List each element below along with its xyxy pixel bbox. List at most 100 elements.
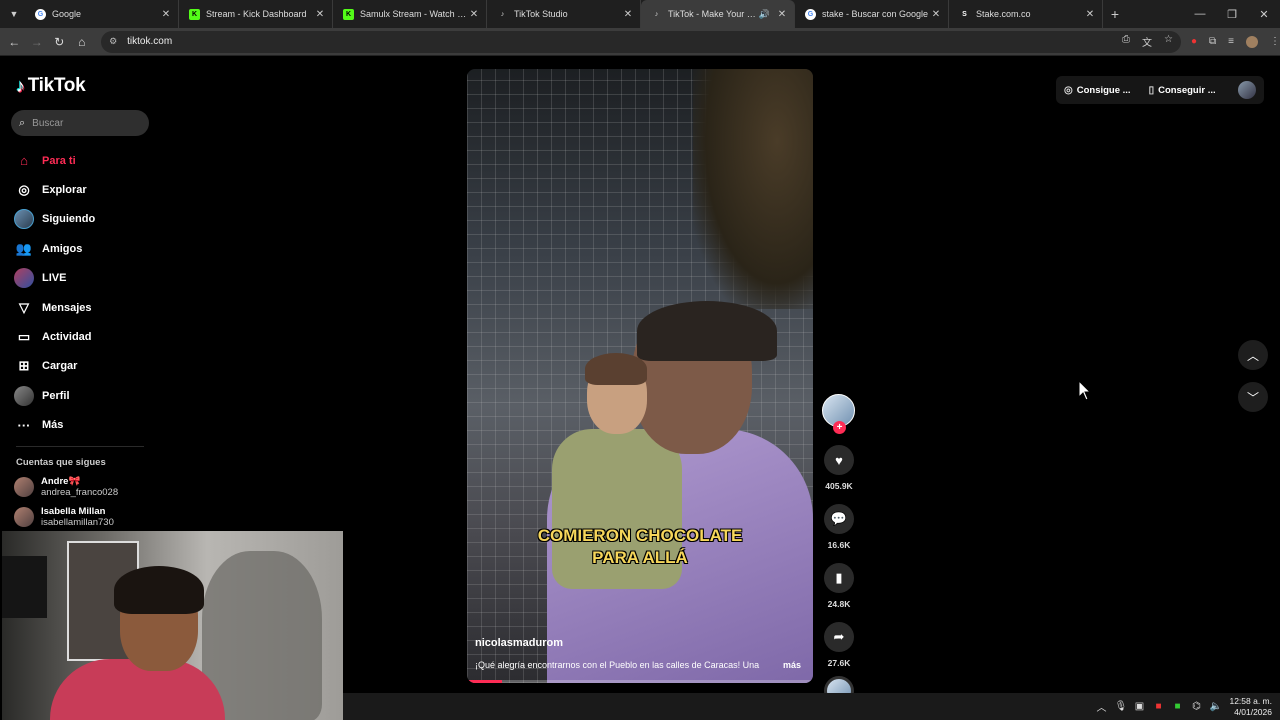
video-author[interactable]: nicolasmadurom <box>475 637 563 649</box>
network-icon[interactable]: ⌬ <box>1190 701 1202 712</box>
browser-tab-active[interactable]: ♪ TikTok - Make Your Day 🔊 ✕ <box>641 0 795 28</box>
next-video-button[interactable]: ﹀ <box>1238 382 1268 412</box>
close-window-icon[interactable]: ✕ <box>1248 8 1280 21</box>
site-info-icon[interactable]: ⚙ <box>109 36 117 47</box>
speaker-icon[interactable]: 🔊 <box>759 9 770 20</box>
bookmark-icon[interactable]: ▮ <box>824 563 854 593</box>
browser-tab[interactable]: ♪ TikTok Studio ✕ <box>487 0 641 28</box>
friends-icon: 👥 <box>15 240 33 256</box>
back-icon[interactable]: ← <box>3 35 26 49</box>
share-count: 27.6K <box>827 658 851 668</box>
share-icon[interactable]: ➦ <box>824 622 854 652</box>
get-app-button[interactable]: ▯ Conseguir ... <box>1149 85 1216 96</box>
minimize-icon[interactable]: — <box>1184 8 1216 21</box>
extensions-icon[interactable]: ⧉ <box>1209 36 1216 47</box>
browser-tab[interactable]: K Samulx Stream - Watch Live on ✕ <box>333 0 487 28</box>
more-button[interactable]: más <box>783 660 801 670</box>
send-icon: ▽ <box>19 299 29 315</box>
browser-tab-strip: ▼ G Google ✕ K Stream - Kick Dashboard ✕… <box>0 0 1280 28</box>
coin-icon: ◎ <box>1064 84 1073 96</box>
tab-title: Stake.com.co <box>976 9 1031 19</box>
profile-avatar-icon[interactable] <box>1246 35 1258 48</box>
sidebar-item-explorar[interactable]: ◎ Explorar <box>14 175 154 204</box>
system-clock[interactable]: 12:58 a. m. 4/01/2026 <box>1229 696 1272 718</box>
save-count: 24.8K <box>827 599 851 609</box>
user-avatar[interactable] <box>1238 81 1256 99</box>
bookmark-star-icon[interactable]: ☆ <box>1164 34 1173 49</box>
share-action: ➦ 27.6K <box>822 622 856 668</box>
close-tab-icon[interactable]: ✕ <box>622 9 634 20</box>
sidebar-item-mensajes[interactable]: ▽ Mensajes <box>14 293 154 322</box>
sidebar-item-amigos[interactable]: 👥 Amigos <box>14 234 154 263</box>
sidebar-item-perfil[interactable]: Perfil <box>14 381 154 410</box>
app-tray-icon[interactable]: ▣ <box>1133 701 1145 712</box>
sidebar-item-live[interactable]: LIVE <box>14 264 154 293</box>
like-count: 405.9K <box>825 481 853 491</box>
tab-title: Google <box>52 9 82 19</box>
media-control-icon[interactable]: ≡ <box>1228 36 1234 47</box>
show-hidden-icons-icon[interactable]: ︿ <box>1095 699 1107 714</box>
close-tab-icon[interactable]: ✕ <box>930 9 942 20</box>
tab-search-button[interactable]: ▼ <box>3 3 25 25</box>
browser-tab[interactable]: K Stream - Kick Dashboard ✕ <box>179 0 333 28</box>
close-tab-icon[interactable]: ✕ <box>776 9 788 20</box>
comment-icon[interactable]: 💬 <box>824 504 854 534</box>
account-handle: isabellamillan730 <box>41 517 114 528</box>
restore-icon[interactable]: ❐ <box>1216 8 1248 21</box>
sidebar-item-para-ti[interactable]: ⌂ Para ti <box>14 146 154 175</box>
stake-icon: S <box>962 10 967 18</box>
follow-plus-icon[interactable]: + <box>833 421 846 434</box>
followed-account[interactable]: Isabella Millan isabellamillan730 <box>14 506 114 528</box>
browser-menu-icon[interactable]: ⋮ <box>1270 36 1280 47</box>
home-icon[interactable]: ⌂ <box>71 35 94 49</box>
translate-icon[interactable]: 文 <box>1142 34 1152 49</box>
sidebar-item-label: Siguiendo <box>42 213 96 226</box>
close-tab-icon[interactable]: ✕ <box>468 9 480 20</box>
microphone-icon[interactable]: 🎙 <box>1114 701 1127 712</box>
save-action: ▮ 24.8K <box>822 563 856 609</box>
new-tab-button[interactable]: + <box>1103 6 1127 22</box>
sidebar-item-siguiendo[interactable]: Siguiendo <box>14 205 154 234</box>
install-app-icon[interactable]: ⎙ <box>1122 34 1130 49</box>
previous-video-button[interactable]: ︿ <box>1238 340 1268 370</box>
webcam-person-shirt <box>50 659 225 720</box>
heart-icon[interactable]: ♥ <box>824 445 854 475</box>
reload-icon[interactable]: ↻ <box>48 35 71 49</box>
live-icon <box>14 268 34 289</box>
video-player[interactable]: COMIERON CHOCOLATE PARA ALLÁ nicolasmadu… <box>467 69 813 683</box>
close-tab-icon[interactable]: ✕ <box>314 9 326 20</box>
browser-tab[interactable]: G Google ✕ <box>25 0 179 28</box>
followed-account[interactable]: Andre🎀 andrea_franco028 <box>14 476 118 498</box>
sidebar-item-mas[interactable]: ··· Más <box>14 411 154 440</box>
tiktok-logo[interactable]: ♪ TikTok <box>16 75 86 97</box>
red-app-tray-icon[interactable]: ■ <box>1152 701 1164 712</box>
search-input[interactable]: ⌕ Buscar <box>11 110 149 136</box>
video-progress-bar[interactable] <box>467 680 813 683</box>
sidebar-item-label: Explorar <box>42 184 87 197</box>
forward-icon[interactable]: → <box>26 35 49 49</box>
browser-tab[interactable]: S Stake.com.co ✕ <box>949 0 1103 28</box>
get-coins-button[interactable]: ◎ Consigue ... <box>1064 85 1131 96</box>
extension-red-icon[interactable]: ● <box>1191 36 1197 47</box>
address-bar[interactable]: ⚙ tiktok.com ⎙ 文 ☆ <box>101 30 1181 53</box>
close-tab-icon[interactable]: ✕ <box>160 9 172 20</box>
comment-action: 💬 16.6K <box>822 504 856 550</box>
sidebar-item-label: Actividad <box>42 331 92 344</box>
tab-title: stake - Buscar con Google <box>822 9 929 19</box>
window-controls: — ❐ ✕ <box>1184 8 1280 21</box>
profile-avatar-icon <box>14 385 34 406</box>
search-placeholder: Buscar <box>32 117 64 129</box>
google-icon: G <box>35 8 46 20</box>
close-tab-icon[interactable]: ✕ <box>1084 9 1096 20</box>
volume-icon[interactable]: 🔈 <box>1209 701 1221 712</box>
creator-avatar[interactable]: + <box>822 394 855 434</box>
video-description: ¡Qué alegría encontrarnos con el Pueblo … <box>475 660 760 670</box>
account-name: Isabella Millan <box>41 506 106 517</box>
chevron-down-icon: ﹀ <box>1246 390 1259 405</box>
url-text[interactable]: tiktok.com <box>127 36 172 47</box>
browser-tab[interactable]: G stake - Buscar con Google ✕ <box>795 0 949 28</box>
green-app-tray-icon[interactable]: ■ <box>1171 701 1183 712</box>
get-app-label: Conseguir ... <box>1158 84 1216 96</box>
sidebar-item-actividad[interactable]: ▭ Actividad <box>14 322 154 351</box>
sidebar-item-cargar[interactable]: ⊞ Cargar <box>14 352 154 381</box>
